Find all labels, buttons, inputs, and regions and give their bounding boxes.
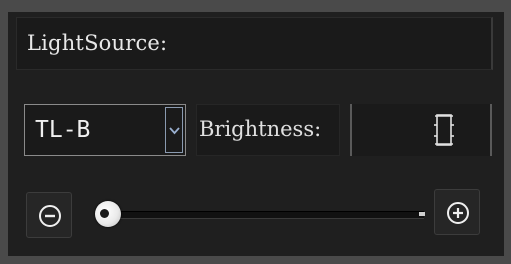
brightness-slider-thumb[interactable] xyxy=(95,201,121,227)
slider-track-end-marker xyxy=(419,212,425,216)
brightness-slider-track[interactable] xyxy=(110,211,424,219)
brightness-value-display xyxy=(434,114,454,146)
decrease-brightness-button[interactable] xyxy=(26,192,72,238)
brightness-label-box: Brightness: xyxy=(196,104,340,156)
light-source-selected-value: TL-B xyxy=(35,117,91,143)
chevron-down-icon xyxy=(169,127,180,135)
panel-title: LightSource: xyxy=(27,31,168,55)
dropdown-arrow-button[interactable] xyxy=(165,107,183,153)
brightness-label: Brightness: xyxy=(199,117,322,141)
circled-plus-icon xyxy=(447,202,469,224)
slider-thumb-dot xyxy=(100,209,109,218)
brightness-value-field[interactable]: 0 xyxy=(350,104,492,156)
light-source-select[interactable]: TL-B xyxy=(24,104,186,156)
circled-minus-icon xyxy=(39,205,61,227)
increase-brightness-button[interactable] xyxy=(434,189,480,235)
title-bar: LightSource: xyxy=(16,17,493,70)
